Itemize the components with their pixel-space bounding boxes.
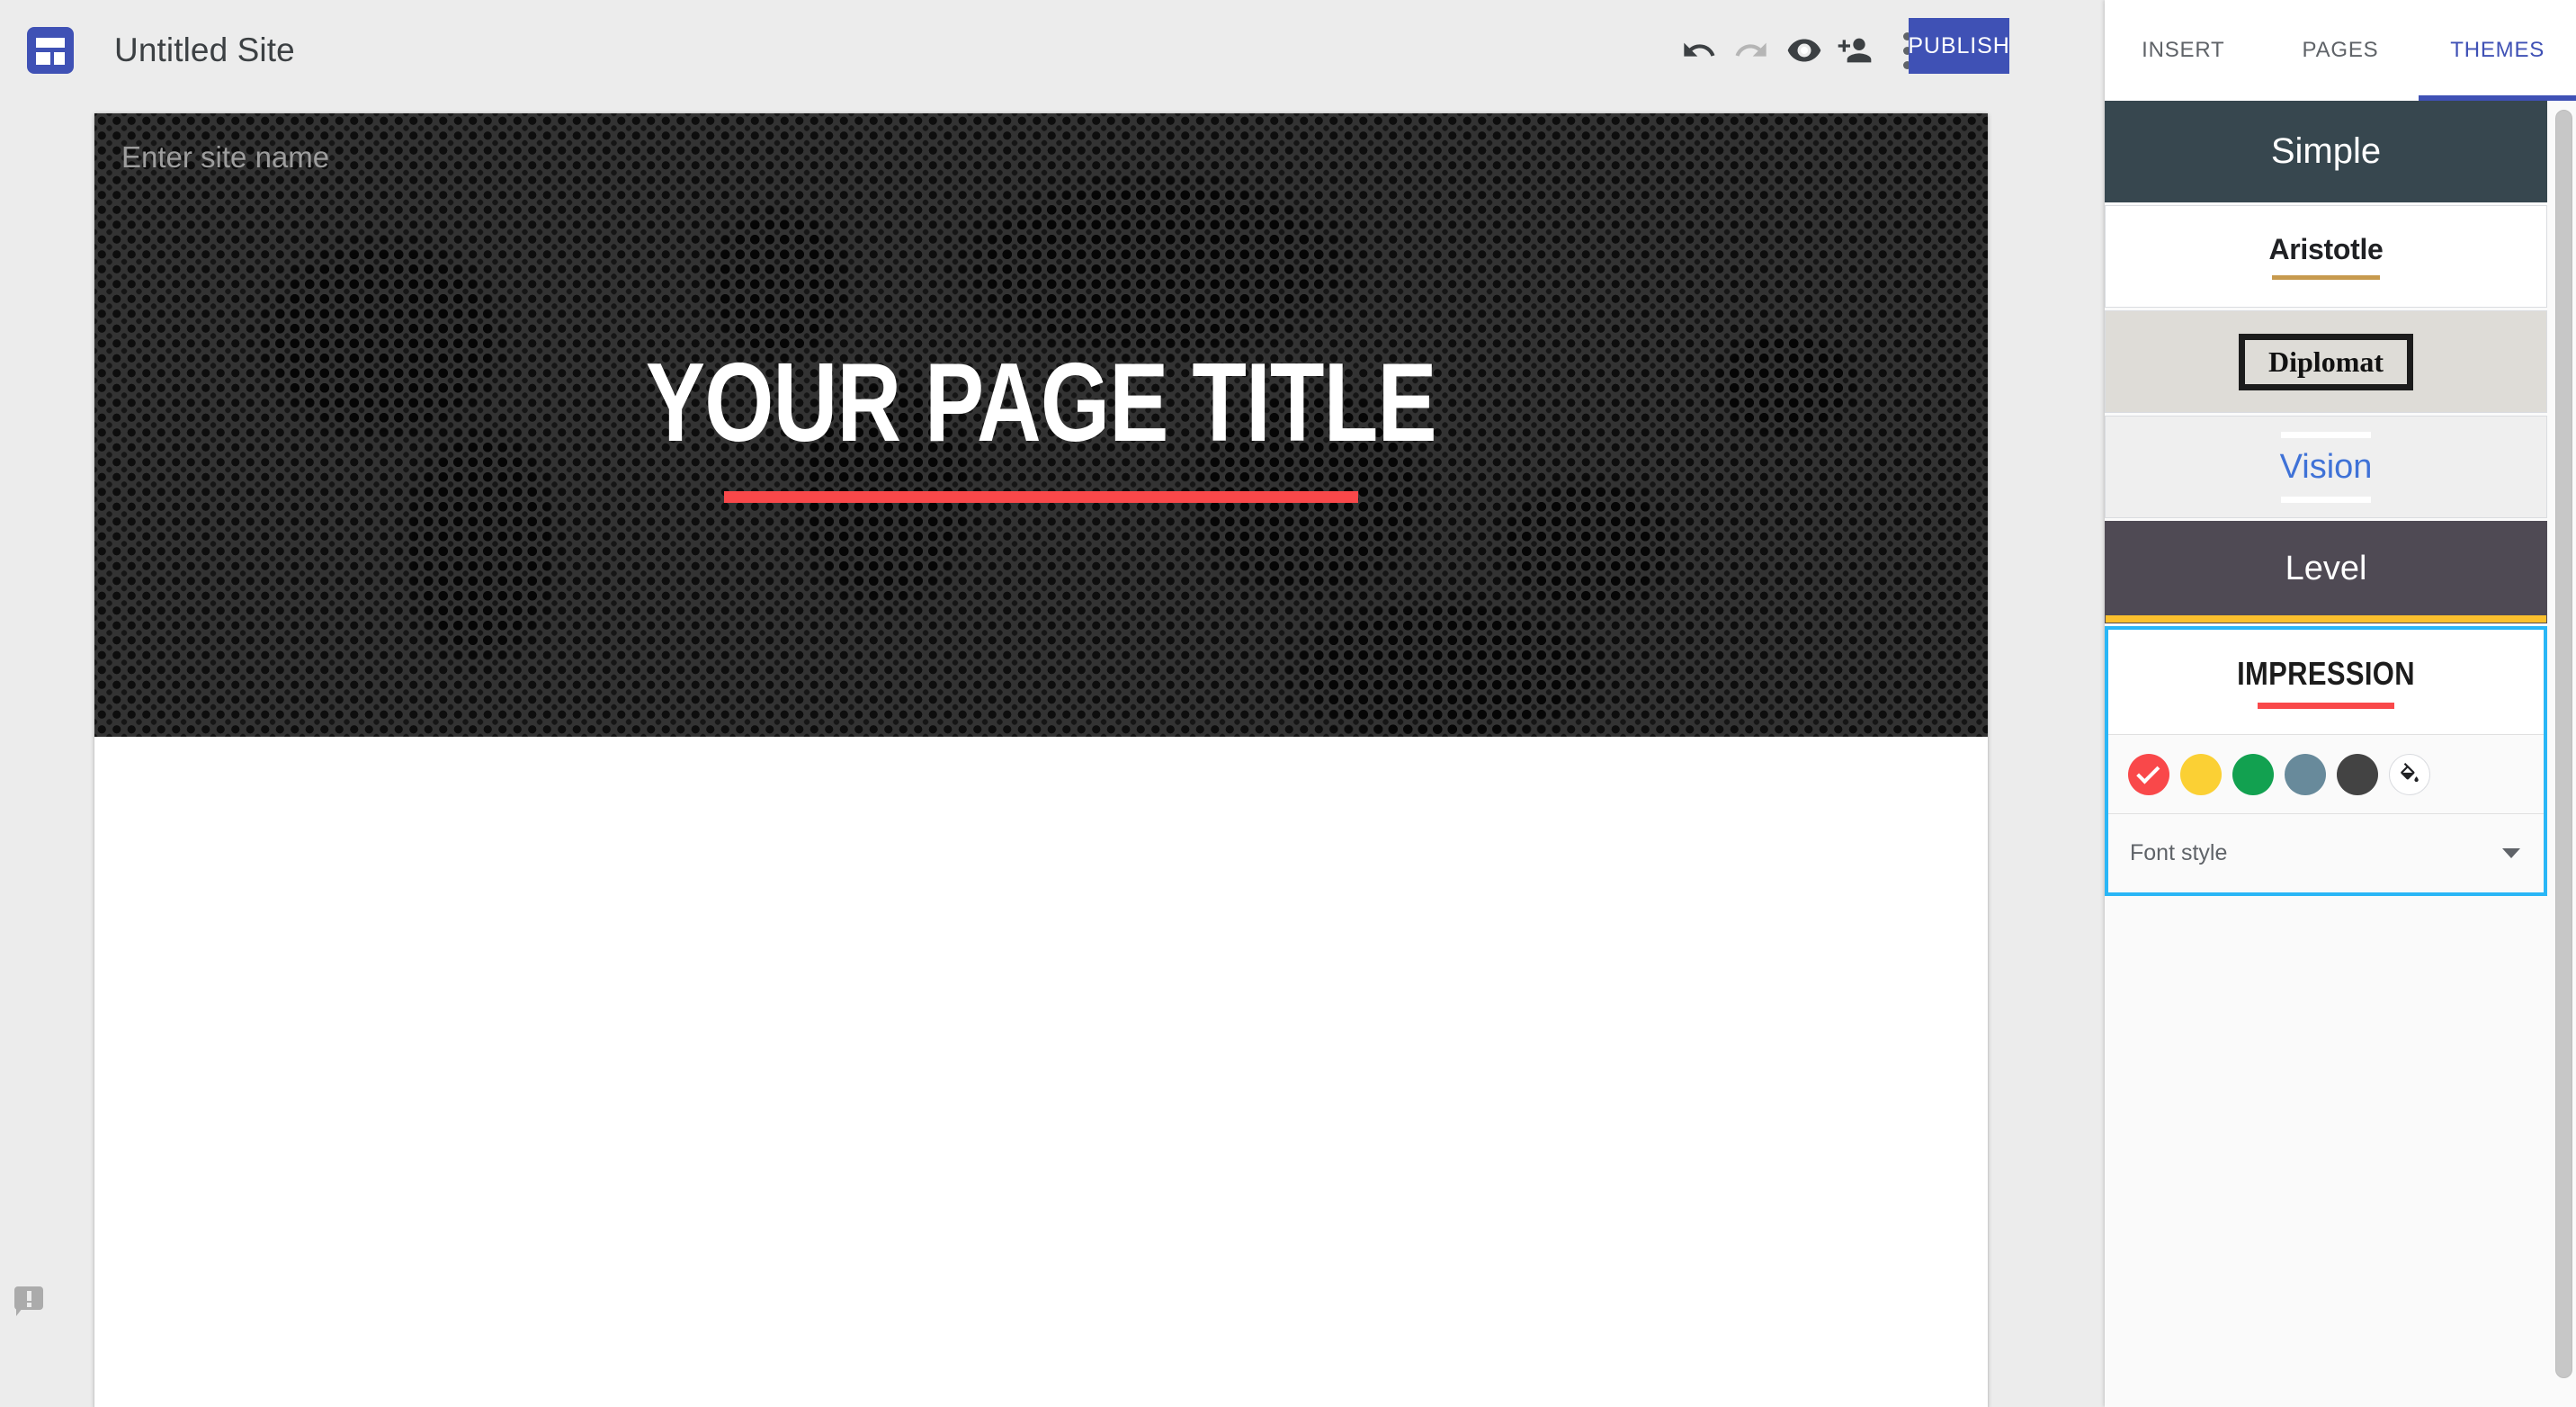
theme-accent-bar-aristotle bbox=[2272, 275, 2380, 280]
theme-card-simple[interactable]: Simple bbox=[2105, 101, 2547, 202]
editor-canvas: YOUR PAGE TITLE bbox=[0, 101, 2105, 1407]
theme-name-level: Level bbox=[2285, 549, 2367, 587]
publish-button[interactable]: PUBLISH bbox=[1908, 18, 2009, 74]
theme-accent-bar-level bbox=[2106, 615, 2546, 623]
tab-pages[interactable]: PAGES bbox=[2262, 0, 2419, 101]
theme-name-aristotle: Aristotle bbox=[2268, 233, 2384, 265]
preview-eye-icon[interactable] bbox=[1779, 25, 1829, 76]
theme-accent-bar-vision-top bbox=[2281, 431, 2371, 438]
app-top-bar: Untitled Site PUBLISH bbox=[0, 0, 2105, 101]
tab-themes[interactable]: THEMES bbox=[2419, 0, 2576, 101]
font-style-dropdown[interactable]: Font style bbox=[2108, 813, 2544, 892]
tab-insert[interactable]: INSERT bbox=[2105, 0, 2262, 101]
add-person-icon[interactable] bbox=[1829, 25, 1880, 76]
panel-scrollbar[interactable] bbox=[2555, 110, 2572, 1396]
theme-list[interactable]: Simple Aristotle Diplomat Vision Level I… bbox=[2105, 101, 2576, 1407]
theme-accent-bar-impression bbox=[2258, 703, 2394, 709]
theme-card-vision[interactable]: Vision bbox=[2105, 416, 2547, 518]
theme-name-vision: Vision bbox=[2279, 447, 2373, 486]
theme-color-swatch-row bbox=[2108, 734, 2544, 813]
theme-accent-bar-vision-bottom bbox=[2281, 496, 2371, 503]
google-sites-logo[interactable] bbox=[27, 27, 74, 74]
panel-scrollbar-thumb[interactable] bbox=[2555, 110, 2572, 1378]
color-swatch-slate[interactable] bbox=[2285, 753, 2326, 795]
paint-bucket-icon[interactable] bbox=[2389, 753, 2430, 795]
page-title[interactable]: YOUR PAGE TITLE bbox=[646, 347, 1437, 459]
theme-card-level[interactable]: Level bbox=[2105, 521, 2547, 623]
feedback-exclamation-dot bbox=[27, 1303, 31, 1307]
page-title-block: YOUR PAGE TITLE bbox=[94, 113, 1988, 737]
theme-name-simple: Simple bbox=[2270, 131, 2382, 171]
theme-card-aristotle[interactable]: Aristotle bbox=[2105, 205, 2547, 308]
page-banner[interactable]: YOUR PAGE TITLE bbox=[94, 113, 1988, 737]
theme-card-diplomat[interactable]: Diplomat bbox=[2105, 310, 2547, 413]
logo-bar-top bbox=[36, 38, 65, 48]
panel-tab-bar: INSERT PAGES THEMES bbox=[2105, 0, 2576, 101]
theme-preview-impression: IMPRESSION bbox=[2108, 630, 2544, 734]
theme-name-diplomat: Diplomat bbox=[2268, 345, 2384, 378]
redo-icon[interactable] bbox=[1726, 25, 1776, 76]
logo-bar-bottom-left bbox=[36, 52, 50, 65]
site-name-input[interactable] bbox=[121, 140, 661, 175]
font-style-label: Font style bbox=[2130, 840, 2228, 865]
theme-card-impression-selected[interactable]: IMPRESSION Font style bbox=[2105, 626, 2547, 896]
report-feedback-icon[interactable] bbox=[14, 1286, 43, 1316]
feedback-exclamation-stem bbox=[27, 1291, 31, 1301]
page-sheet: YOUR PAGE TITLE bbox=[94, 113, 1988, 1407]
color-swatch-green[interactable] bbox=[2232, 753, 2274, 795]
theme-name-impression: IMPRESSION bbox=[2237, 655, 2415, 692]
color-swatch-charcoal[interactable] bbox=[2337, 753, 2378, 795]
chevron-down-icon bbox=[2502, 848, 2520, 858]
right-side-panel: INSERT PAGES THEMES Simple Aristotle Dip… bbox=[2105, 0, 2576, 1407]
undo-icon[interactable] bbox=[1674, 25, 1724, 76]
logo-bar-bottom-right bbox=[54, 52, 65, 65]
color-swatch-yellow[interactable] bbox=[2180, 753, 2222, 795]
site-title[interactable]: Untitled Site bbox=[114, 0, 295, 101]
theme-frame-diplomat: Diplomat bbox=[2239, 333, 2413, 390]
page-title-accent-bar bbox=[724, 491, 1358, 503]
color-swatch-red[interactable] bbox=[2128, 753, 2169, 795]
check-icon bbox=[2136, 760, 2160, 784]
feedback-bubble-tail bbox=[16, 1308, 22, 1316]
